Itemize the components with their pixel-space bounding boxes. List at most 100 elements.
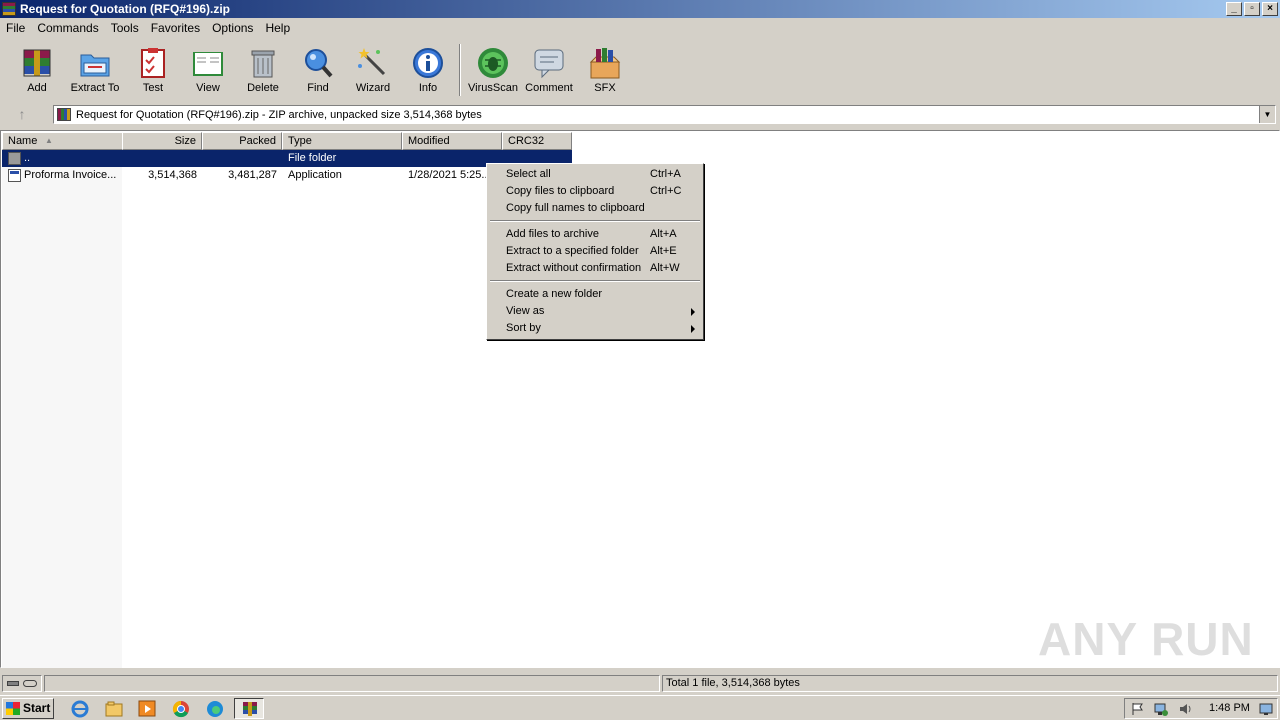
column-header-name[interactable]: Name ▲: [2, 132, 123, 150]
add-files-label: Add files to archive: [506, 228, 599, 240]
status-selection-panel: [44, 675, 660, 692]
copy-files-label: Copy files to clipboard: [506, 185, 615, 197]
wizard-button[interactable]: Wizard: [343, 44, 403, 98]
delete-button[interactable]: Delete: [233, 44, 293, 98]
action-center-flag-icon[interactable]: [1130, 702, 1144, 716]
menu-item-add-files[interactable]: Add files to archive Alt+A: [489, 226, 701, 243]
extract-to-button[interactable]: Extract To: [65, 44, 125, 98]
add-files-shortcut: Alt+A: [650, 228, 677, 240]
minimize-button[interactable]: _: [1226, 2, 1242, 16]
close-button[interactable]: ×: [1262, 2, 1278, 16]
column-header-packed[interactable]: Packed: [202, 132, 282, 150]
context-menu: Select all Ctrl+A Copy files to clipboar…: [486, 163, 704, 340]
menu-item-extract-without-confirmation[interactable]: Extract without confirmation Alt+W: [489, 260, 701, 277]
view-button[interactable]: View: [178, 44, 238, 98]
column-header-type[interactable]: Type: [282, 132, 402, 150]
view-book-icon: [191, 46, 225, 80]
zip-archive-icon: [57, 108, 71, 121]
volume-icon[interactable]: [1178, 702, 1192, 716]
show-desktop-icon[interactable]: [1259, 702, 1273, 716]
up-arrow-icon[interactable]: ↑: [8, 105, 36, 123]
name-column-background: [2, 150, 122, 668]
sfx-box-icon: [588, 46, 622, 80]
start-label: Start: [23, 701, 51, 715]
virusscan-label: VirusScan: [468, 82, 518, 94]
column-header-crc32[interactable]: CRC32: [502, 132, 572, 150]
add-archive-icon: [20, 46, 54, 80]
menu-favorites[interactable]: Favorites: [145, 21, 206, 35]
virusscan-button[interactable]: VirusScan: [463, 44, 523, 98]
menu-item-copy-files[interactable]: Copy files to clipboard Ctrl+C: [489, 183, 701, 200]
comment-bubble-icon: [532, 46, 566, 80]
menu-item-select-all[interactable]: Select all Ctrl+A: [489, 166, 701, 183]
file-explorer-icon[interactable]: [104, 699, 124, 718]
add-button[interactable]: Add: [7, 44, 67, 98]
parent-folder-icon: [8, 152, 21, 165]
menu-options[interactable]: Options: [206, 21, 259, 35]
restore-button[interactable]: ▫: [1244, 2, 1260, 16]
menu-separator: [490, 220, 700, 222]
test-checklist-icon: [136, 46, 170, 80]
menu-item-create-folder[interactable]: Create a new folder: [489, 286, 701, 303]
view-label: View: [196, 82, 220, 94]
winrar-app-icon[interactable]: [2, 2, 16, 16]
start-button[interactable]: Start: [2, 698, 54, 719]
info-button[interactable]: Info: [398, 44, 458, 98]
taskbar-clock[interactable]: 1:48 PM: [1209, 702, 1250, 714]
column-header-name-label: Name: [8, 135, 38, 147]
network-icon[interactable]: [1154, 702, 1168, 716]
view-as-label: View as: [506, 305, 545, 317]
comment-button[interactable]: Comment: [519, 44, 579, 98]
info-icon: [411, 46, 445, 80]
status-drive-panel[interactable]: [2, 675, 42, 692]
extract-to-label: Extract To: [70, 82, 120, 94]
menu-help[interactable]: Help: [259, 21, 296, 35]
toolbar: Add Extract To Test View Delete Find Wiz…: [0, 40, 1280, 100]
column-header-modified[interactable]: Modified: [402, 132, 502, 150]
sfx-button[interactable]: SFX: [575, 44, 635, 98]
winrar-taskbar-button[interactable]: [234, 698, 264, 719]
extract-folder-icon: [78, 46, 112, 80]
row-type: File folder: [288, 152, 337, 164]
extract-folder-label: Extract to a specified folder: [506, 245, 639, 257]
info-label: Info: [418, 82, 438, 94]
menu-file[interactable]: File: [0, 21, 31, 35]
window-controls: _ ▫ ×: [1226, 2, 1278, 16]
taskbar: Start 1:48 PM: [0, 695, 1280, 720]
virusscan-bug-icon: [476, 46, 510, 80]
key-icon: [23, 680, 37, 687]
submenu-arrow-icon: [691, 308, 695, 316]
address-text: Request for Quotation (RFQ#196).zip - ZI…: [76, 109, 482, 121]
comment-label: Comment: [525, 82, 573, 94]
row-name: Proforma Invoice...: [24, 169, 117, 181]
find-label: Find: [307, 82, 329, 94]
extract-noconfirm-shortcut: Alt+W: [650, 262, 680, 274]
menu-commands[interactable]: Commands: [31, 21, 104, 35]
application-file-icon: [8, 169, 21, 182]
column-header-size[interactable]: Size: [122, 132, 202, 150]
status-total-text: Total 1 file, 3,514,368 bytes: [662, 675, 1278, 692]
sfx-label: SFX: [594, 82, 616, 94]
menu-item-sort-by[interactable]: Sort by: [489, 320, 701, 337]
media-player-icon[interactable]: [137, 699, 157, 718]
sort-ascending-icon: ▲: [45, 136, 53, 145]
row-type: Application: [288, 169, 342, 181]
address-dropdown-button[interactable]: ▼: [1259, 106, 1275, 123]
address-bar[interactable]: Request for Quotation (RFQ#196).zip - ZI…: [53, 105, 1276, 124]
menu-bar: File Commands Tools Favorites Options He…: [0, 18, 1280, 38]
row-packed: 3,481,287: [228, 169, 277, 181]
menu-item-view-as[interactable]: View as: [489, 303, 701, 320]
drive-icon: [7, 681, 19, 686]
system-tray: 1:48 PM: [1124, 698, 1278, 719]
menu-item-extract-folder[interactable]: Extract to a specified folder Alt+E: [489, 243, 701, 260]
chrome-icon[interactable]: [171, 699, 191, 718]
menu-tools[interactable]: Tools: [105, 21, 145, 35]
select-all-label: Select all: [506, 168, 551, 180]
test-button[interactable]: Test: [123, 44, 183, 98]
internet-explorer-icon[interactable]: [70, 699, 90, 718]
edge-icon[interactable]: [205, 699, 225, 718]
find-button[interactable]: Find: [288, 44, 348, 98]
find-magnifier-icon: [301, 46, 335, 80]
title-bar[interactable]: Request for Quotation (RFQ#196).zip _ ▫ …: [0, 0, 1280, 18]
menu-item-copy-full-names[interactable]: Copy full names to clipboard: [489, 200, 701, 217]
